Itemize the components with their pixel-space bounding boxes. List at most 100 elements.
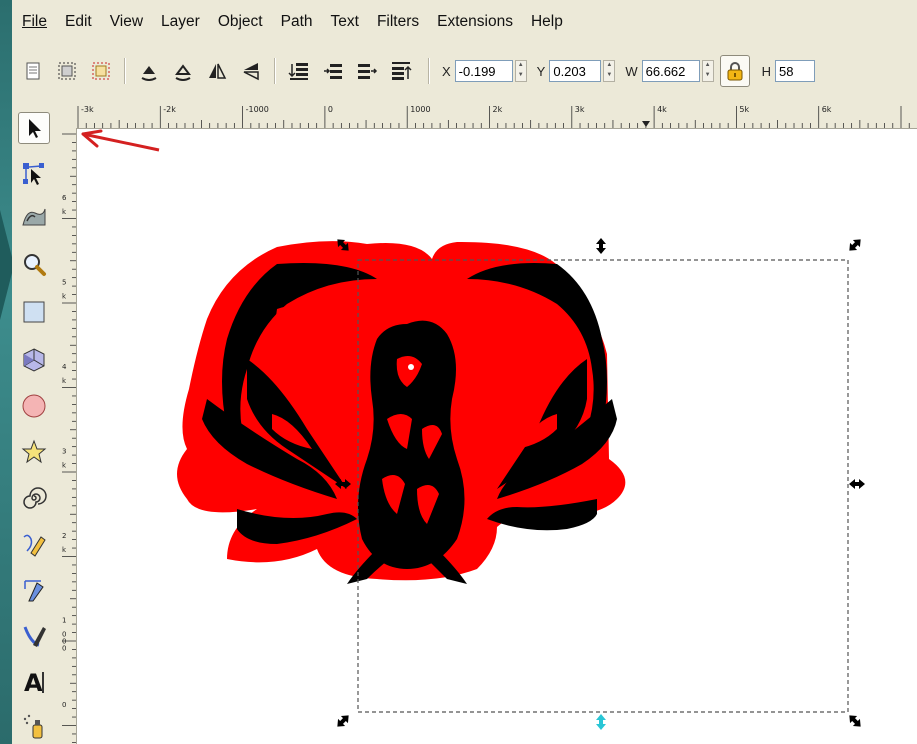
x-label: X (442, 63, 451, 79)
lock-proportions-button[interactable] (719, 55, 750, 87)
scale-handle-right[interactable] (849, 479, 865, 489)
menu-path[interactable]: Path (271, 13, 321, 31)
lock-icon (727, 62, 743, 81)
ruler-label: 4 (62, 363, 67, 371)
h-input[interactable] (775, 60, 816, 82)
tweak-tool-icon[interactable] (18, 200, 50, 232)
drawing-canvas[interactable] (77, 129, 917, 744)
phoenix-artwork[interactable] (177, 241, 626, 584)
flip-horizontal-icon[interactable] (204, 58, 230, 84)
canvas-svg (81, 129, 865, 730)
menu-text[interactable]: Text (321, 13, 367, 31)
vertical-ruler-ticks: 6 k5 k4 k3 k2 k1 0000 (62, 133, 76, 743)
ruler-label: 6 (62, 194, 67, 202)
ruler-label: 0 (62, 701, 66, 709)
ruler-label: 3 (62, 448, 66, 456)
deselect-icon[interactable] (88, 58, 114, 84)
menu-file[interactable]: File (12, 13, 55, 31)
star-tool-icon[interactable] (18, 436, 50, 468)
lower-to-bottom-icon[interactable] (286, 58, 312, 84)
scale-handle-bottom-left[interactable] (334, 712, 352, 730)
ruler-label: k (62, 546, 67, 554)
node-tool-icon[interactable] (18, 158, 50, 190)
selector-tool-icon[interactable] (18, 112, 50, 144)
toolbar-separator (274, 58, 276, 84)
ruler-label: 5k (739, 105, 749, 114)
select-all-layers-icon[interactable] (54, 58, 80, 84)
ruler-label: 2k (493, 105, 503, 114)
ruler-label: 1000 (410, 105, 430, 114)
rectangle-tool-icon[interactable] (18, 296, 50, 328)
spin-down-icon[interactable]: ▼ (703, 71, 713, 81)
tool-controls-bar: X ▲▼ Y ▲▼ W ▲▼ H (12, 50, 917, 92)
menu-layer[interactable]: Layer (151, 13, 208, 31)
w-spinner[interactable]: ▲ ▼ (701, 60, 714, 82)
menu-filters[interactable]: Filters (367, 13, 427, 31)
ruler-label: 5 (62, 279, 66, 287)
ruler-label: k (62, 377, 67, 385)
3d-box-tool-icon[interactable] (18, 344, 50, 376)
ruler-position-marker (642, 121, 650, 127)
menu-object[interactable]: Object (208, 13, 271, 31)
flip-vertical-icon[interactable] (238, 58, 264, 84)
ruler-label: 4k (657, 105, 667, 114)
select-all-icon[interactable] (20, 58, 46, 84)
scale-handle-bottom-right[interactable] (846, 712, 864, 730)
scale-handle-top-right[interactable] (846, 236, 864, 254)
annotation-arrow (81, 129, 160, 152)
menu-extensions[interactable]: Extensions (427, 13, 521, 31)
y-spinner[interactable]: ▲ ▼ (603, 60, 616, 82)
ruler-label: 3k (575, 105, 585, 114)
pen-tool-icon[interactable] (18, 574, 50, 606)
text-tool-icon[interactable]: A (18, 666, 50, 698)
menu-view[interactable]: View (100, 13, 151, 31)
y-label: Y (536, 63, 546, 79)
spin-up-icon[interactable]: ▲ (604, 61, 614, 71)
menu-edit[interactable]: Edit (55, 13, 100, 31)
toolbar-separator (124, 58, 126, 84)
spray-tool-icon[interactable] (18, 710, 50, 742)
spin-down-icon[interactable]: ▼ (516, 71, 526, 81)
spin-down-icon[interactable]: ▼ (604, 71, 614, 81)
ruler-label: 6k (822, 105, 832, 114)
w-label: W (625, 63, 638, 79)
menu-help[interactable]: Help (521, 13, 571, 31)
rotate-cw-icon[interactable] (170, 58, 196, 84)
ruler-label: k (62, 462, 67, 470)
svg-text:A: A (24, 669, 43, 695)
scale-handle-top[interactable] (596, 238, 606, 254)
pencil-tool-icon[interactable] (18, 528, 50, 560)
spin-up-icon[interactable]: ▲ (703, 61, 713, 71)
toolbox: A (12, 100, 56, 744)
ruler-corner (58, 100, 76, 128)
inkscape-window: File Edit View Layer Object Path Text Fi… (12, 0, 917, 744)
spin-up-icon[interactable]: ▲ (516, 61, 526, 71)
ellipse-tool-icon[interactable] (18, 390, 50, 422)
ruler-label: 2 (62, 532, 66, 540)
ruler-label: k (62, 208, 67, 216)
spiral-tool-icon[interactable] (18, 482, 50, 514)
ruler-label: -2k (163, 105, 176, 114)
y-input[interactable] (549, 60, 602, 82)
ruler-label: 0 (62, 645, 66, 653)
x-spinner[interactable]: ▲ ▼ (514, 60, 527, 82)
menu-file-label: File (22, 13, 47, 30)
calligraphy-tool-icon[interactable] (18, 620, 50, 652)
w-input[interactable] (641, 60, 700, 82)
raise-to-top-icon[interactable] (388, 58, 414, 84)
zoom-tool-icon[interactable] (18, 248, 50, 280)
ruler-label: 1 (62, 617, 66, 625)
vertical-ruler[interactable]: 6 k5 k4 k3 k2 k1 0000 (58, 128, 77, 744)
scale-handle-bottom[interactable] (596, 714, 606, 730)
toolbar-separator (428, 58, 430, 84)
horizontal-ruler-ticks: -3k -2k -1000 0 1000 2k 3k 4k 5k 6k (77, 105, 910, 128)
lower-icon[interactable] (320, 58, 346, 84)
ruler-label: 0 (328, 105, 333, 114)
x-input[interactable] (454, 60, 513, 82)
raise-icon[interactable] (354, 58, 380, 84)
ruler-label: k (62, 293, 67, 301)
horizontal-ruler[interactable]: -3k -2k -1000 0 1000 2k 3k 4k 5k 6k (76, 100, 917, 129)
menu-bar: File Edit View Layer Object Path Text Fi… (12, 6, 917, 38)
ruler-label: -1000 (246, 105, 269, 114)
rotate-ccw-icon[interactable] (136, 58, 162, 84)
